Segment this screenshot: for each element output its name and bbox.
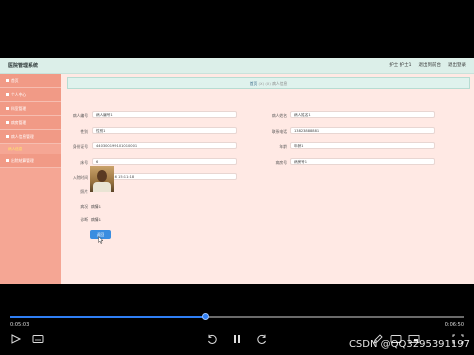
home-icon (6, 79, 9, 82)
label-gender: 性别 (80, 129, 88, 134)
field-patient-id[interactable]: 病人编号1 (92, 111, 237, 118)
label-photo: 照片 (80, 189, 88, 194)
sidebar-item-label: 病人信息管理 (11, 133, 34, 139)
sidebar-item-label: 病房管理 (11, 119, 27, 125)
video-progress-fill (10, 316, 206, 318)
pause-icon[interactable] (231, 334, 243, 344)
sidebar-subitem-patient-info[interactable]: 病人信息 (0, 144, 61, 154)
field-ward-number[interactable]: 病房号1 (290, 158, 435, 165)
subtitles-icon[interactable] (32, 334, 44, 344)
video-progress-bar[interactable] (10, 313, 464, 320)
sidebar-item-label: 出院结算管理 (11, 157, 34, 163)
breadcrumb-current: 病人信息 (272, 81, 288, 86)
header-link-user[interactable]: 护士 护士1 (389, 62, 411, 68)
video-letterbox-top (0, 0, 474, 58)
value-condition: 病情1 (91, 204, 102, 209)
sidebar-item-departments[interactable]: 科室管理 (0, 102, 61, 116)
header-link-logout[interactable]: 退出登录 (448, 62, 466, 68)
main-content: 首页 (X) (X) 病人信息 病人编号 病人编号1 性别 性别1 身份证号 4… (61, 74, 474, 284)
sidebar-item-patients[interactable]: 病人信息管理 (0, 130, 61, 144)
label-condition: 病况 (80, 204, 88, 209)
sidebar-item-label: 个人中心 (11, 91, 27, 97)
app-header: 医院管理系统 护士 护士1 退出到前台 退出登录 (0, 58, 474, 74)
value-diagnosis: 病情1 (91, 217, 102, 222)
field-id-number[interactable]: 440300199101010001 (92, 142, 237, 149)
field-age[interactable]: 年龄1 (290, 142, 435, 149)
receipt-icon (6, 159, 9, 162)
header-links: 护士 护士1 退出到前台 退出登录 (389, 62, 466, 68)
sidebar-item-profile[interactable]: 个人中心 (0, 88, 61, 102)
label-bed-number: 床号 (80, 160, 88, 165)
breadcrumb-sep: (X) (265, 81, 271, 86)
field-gender[interactable]: 性别1 (92, 127, 237, 134)
label-phone: 联系电话 (271, 129, 287, 134)
label-admission-time: 入院时间 (72, 175, 88, 180)
label-ward-number: 病房号 (275, 160, 287, 165)
label-patient-id: 病人编号 (72, 113, 88, 118)
video-player-controls: 0:05:03 0:06:50 CSDN @QQ3295391197 (0, 284, 474, 355)
field-patient-name[interactable]: 病人姓名1 (290, 111, 435, 118)
app-title: 医院管理系统 (8, 63, 39, 69)
sidebar: 首页 个人中心 科室管理 病房管理 病人信息管理 病人信息 出院结算管理 (0, 74, 61, 284)
folder-icon (6, 107, 9, 110)
breadcrumb-sep: (X) (258, 81, 265, 86)
play-icon[interactable] (10, 334, 22, 344)
label-age: 年龄 (279, 144, 287, 149)
sidebar-item-discharge[interactable]: 出院结算管理 (0, 154, 61, 168)
patient-photo (90, 166, 114, 192)
breadcrumb-home[interactable]: 首页 (250, 81, 258, 86)
sidebar-item-label: 首页 (11, 77, 19, 83)
sidebar-item-home[interactable]: 首页 (0, 74, 61, 88)
label-patient-name: 病人姓名 (271, 113, 287, 118)
list-icon (6, 135, 9, 138)
video-progress-handle[interactable] (201, 313, 209, 320)
rewind-10-icon[interactable] (206, 334, 218, 344)
current-time: 0:05:03 (10, 322, 30, 328)
mouse-cursor-icon (98, 236, 104, 244)
app-window: 医院管理系统 护士 护士1 退出到前台 退出登录 首页 个人中心 科室管理 病房… (0, 58, 474, 284)
field-phone[interactable]: 13823888881 (290, 127, 435, 134)
total-time: 0:06:50 (444, 322, 464, 328)
bed-icon (6, 121, 9, 124)
field-bed-number[interactable]: 6 (92, 158, 237, 165)
watermark-text: CSDN @QQ3295391197 (348, 339, 470, 350)
header-link-frontend[interactable]: 退出到前台 (419, 62, 442, 68)
label-id-number: 身份证号 (72, 144, 88, 149)
user-icon (6, 93, 9, 96)
label-diagnosis: 诊断 (80, 217, 88, 222)
breadcrumb: 首页 (X) (X) 病人信息 (67, 77, 470, 89)
sidebar-item-label: 科室管理 (11, 105, 27, 111)
forward-30-icon[interactable] (256, 334, 268, 344)
sidebar-item-wards[interactable]: 病房管理 (0, 116, 61, 130)
